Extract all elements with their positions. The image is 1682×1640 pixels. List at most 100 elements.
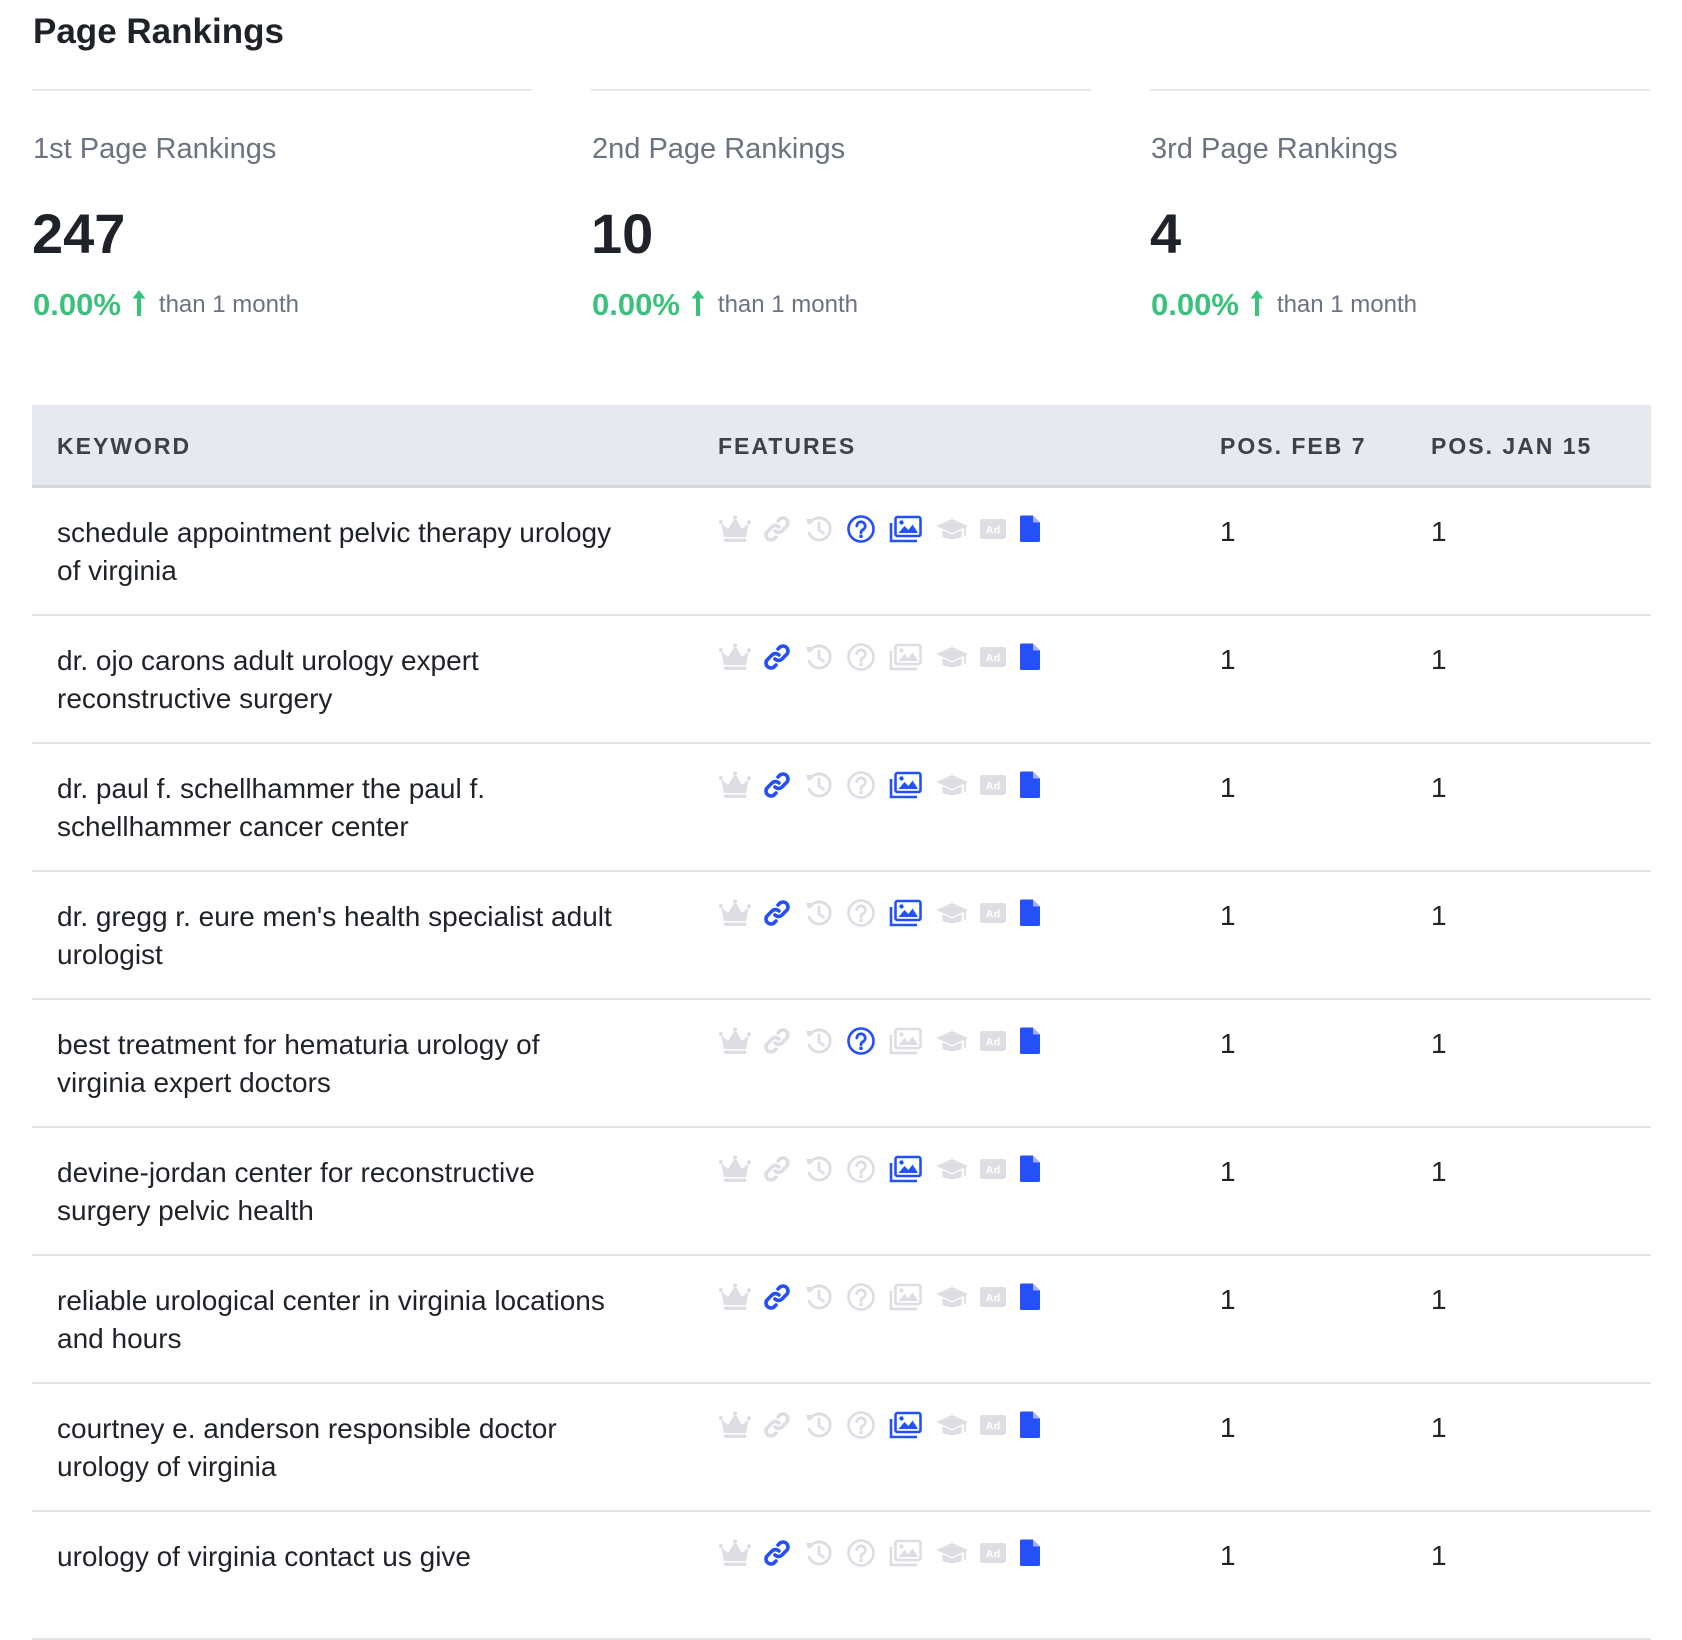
position-previous-cell: 1 <box>1431 1284 1447 1315</box>
ad-icon[interactable]: Ad <box>979 1410 1007 1440</box>
ad-icon[interactable]: Ad <box>979 770 1007 800</box>
question-icon[interactable] <box>846 898 876 928</box>
link-icon[interactable] <box>762 1538 792 1568</box>
stat-change-percent: 0.00% <box>1151 287 1239 322</box>
document-icon[interactable] <box>1019 642 1041 672</box>
crown-icon[interactable] <box>718 1538 752 1568</box>
keyword-cell: best treatment for hematuria urology of … <box>57 1029 540 1098</box>
question-icon[interactable] <box>846 1410 876 1440</box>
keyword-cell: courtney e. anderson responsible doctor … <box>57 1413 557 1482</box>
stat-label: 1st Page Rankings <box>33 133 277 165</box>
history-icon[interactable] <box>804 1282 834 1312</box>
table-row[interactable]: best treatment for hematuria urology of … <box>32 1000 1651 1128</box>
history-icon[interactable] <box>804 642 834 672</box>
ad-icon[interactable]: Ad <box>979 514 1007 544</box>
column-header-pos-current[interactable]: POS. FEB 7 <box>1220 433 1367 460</box>
graduation-cap-icon[interactable] <box>935 898 969 928</box>
crown-icon[interactable] <box>718 898 752 928</box>
arrow-up-icon <box>1249 289 1265 322</box>
document-icon[interactable] <box>1019 898 1041 928</box>
table-row[interactable]: schedule appointment pelvic therapy urol… <box>32 488 1651 616</box>
link-icon[interactable] <box>762 770 792 800</box>
ad-icon[interactable]: Ad <box>979 1282 1007 1312</box>
table-row[interactable]: devine-jordan center for reconstructive … <box>32 1128 1651 1256</box>
stat-value: 247 <box>32 202 126 265</box>
history-icon[interactable] <box>804 898 834 928</box>
crown-icon[interactable] <box>718 642 752 672</box>
crown-icon[interactable] <box>718 514 752 544</box>
document-icon[interactable] <box>1019 1154 1041 1184</box>
table-row[interactable]: urology of virginia contact us give Ad 1… <box>32 1512 1651 1640</box>
link-icon[interactable] <box>762 898 792 928</box>
history-icon[interactable] <box>804 1026 834 1056</box>
graduation-cap-icon[interactable] <box>935 1026 969 1056</box>
image-icon[interactable] <box>889 898 923 928</box>
question-icon[interactable] <box>846 1026 876 1056</box>
graduation-cap-icon[interactable] <box>935 1538 969 1568</box>
position-current-cell: 1 <box>1220 1028 1236 1059</box>
position-current-cell: 1 <box>1220 772 1236 803</box>
question-icon[interactable] <box>846 1154 876 1184</box>
crown-icon[interactable] <box>718 770 752 800</box>
image-icon[interactable] <box>889 1282 923 1312</box>
link-icon[interactable] <box>762 514 792 544</box>
ad-icon[interactable]: Ad <box>979 642 1007 672</box>
crown-icon[interactable] <box>718 1282 752 1312</box>
document-icon[interactable] <box>1019 1282 1041 1312</box>
crown-icon[interactable] <box>718 1026 752 1056</box>
graduation-cap-icon[interactable] <box>935 1410 969 1440</box>
image-icon[interactable] <box>889 1154 923 1184</box>
link-icon[interactable] <box>762 642 792 672</box>
question-icon[interactable] <box>846 1282 876 1312</box>
table-row[interactable]: dr. paul f. schellhammer the paul f. sch… <box>32 744 1651 872</box>
link-icon[interactable] <box>762 1282 792 1312</box>
column-header-pos-previous[interactable]: POS. JAN 15 <box>1431 433 1592 460</box>
document-icon[interactable] <box>1019 770 1041 800</box>
svg-text:Ad: Ad <box>986 1165 1001 1177</box>
link-icon[interactable] <box>762 1026 792 1056</box>
image-icon[interactable] <box>889 1538 923 1568</box>
history-icon[interactable] <box>804 770 834 800</box>
image-icon[interactable] <box>889 642 923 672</box>
column-header-features[interactable]: FEATURES <box>718 433 856 460</box>
table-row[interactable]: dr. gregg r. eure men's health specialis… <box>32 872 1651 1000</box>
history-icon[interactable] <box>804 1154 834 1184</box>
link-icon[interactable] <box>762 1410 792 1440</box>
table-row[interactable]: dr. ojo carons adult urology expert reco… <box>32 616 1651 744</box>
link-icon[interactable] <box>762 1154 792 1184</box>
question-icon[interactable] <box>846 642 876 672</box>
graduation-cap-icon[interactable] <box>935 642 969 672</box>
ad-icon[interactable]: Ad <box>979 1026 1007 1056</box>
graduation-cap-icon[interactable] <box>935 1154 969 1184</box>
svg-text:Ad: Ad <box>986 1421 1001 1433</box>
question-icon[interactable] <box>846 514 876 544</box>
column-header-keyword[interactable]: KEYWORD <box>57 433 191 460</box>
history-icon[interactable] <box>804 514 834 544</box>
ad-icon[interactable]: Ad <box>979 1154 1007 1184</box>
image-icon[interactable] <box>889 770 923 800</box>
position-previous-cell: 1 <box>1431 1028 1447 1059</box>
image-icon[interactable] <box>889 1410 923 1440</box>
image-icon[interactable] <box>889 1026 923 1056</box>
stat-label: 2nd Page Rankings <box>592 133 846 165</box>
crown-icon[interactable] <box>718 1410 752 1440</box>
ad-icon[interactable]: Ad <box>979 1538 1007 1568</box>
document-icon[interactable] <box>1019 1026 1041 1056</box>
document-icon[interactable] <box>1019 1538 1041 1568</box>
question-icon[interactable] <box>846 770 876 800</box>
document-icon[interactable] <box>1019 1410 1041 1440</box>
image-icon[interactable] <box>889 514 923 544</box>
graduation-cap-icon[interactable] <box>935 514 969 544</box>
table-row[interactable]: reliable urological center in virginia l… <box>32 1256 1651 1384</box>
table-row[interactable]: courtney e. anderson responsible doctor … <box>32 1384 1651 1512</box>
history-icon[interactable] <box>804 1538 834 1568</box>
features-cell: Ad <box>718 898 1041 928</box>
ad-icon[interactable]: Ad <box>979 898 1007 928</box>
crown-icon[interactable] <box>718 1154 752 1184</box>
question-icon[interactable] <box>846 1538 876 1568</box>
stat-value: 4 <box>1150 202 1182 265</box>
history-icon[interactable] <box>804 1410 834 1440</box>
graduation-cap-icon[interactable] <box>935 1282 969 1312</box>
graduation-cap-icon[interactable] <box>935 770 969 800</box>
document-icon[interactable] <box>1019 514 1041 544</box>
